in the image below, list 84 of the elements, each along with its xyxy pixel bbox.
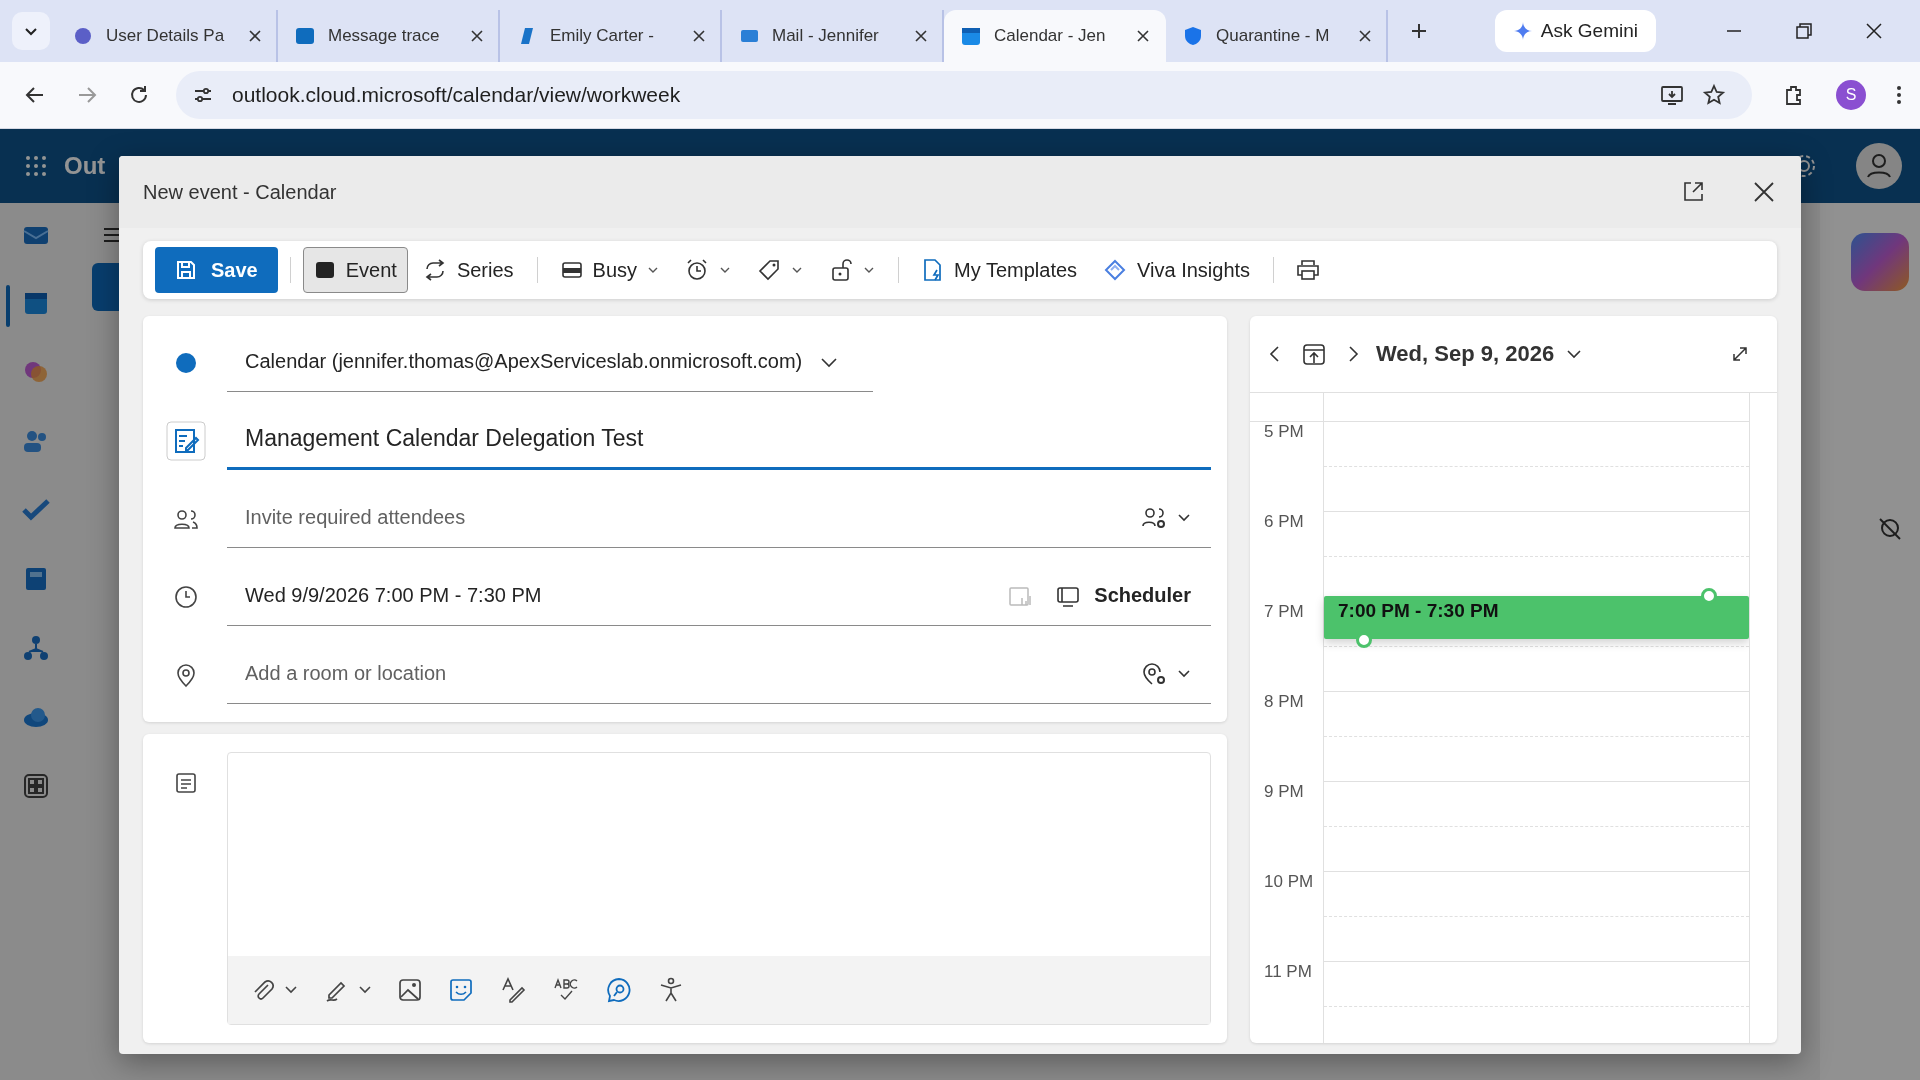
location-options-button[interactable] [1141,660,1191,687]
org-chart-icon[interactable] [21,633,51,663]
chevron-down-icon [1566,348,1583,360]
unlocked-padlock-icon [829,258,854,282]
my-templates-button[interactable]: My Templates [911,247,1089,293]
expand-icon[interactable] [1731,345,1749,363]
site-icon [294,25,316,47]
hour-label: 11 PM [1264,962,1312,982]
date-picker-button[interactable]: Wed, Sep 9, 2026 [1376,341,1583,367]
browser-tab[interactable]: Calendar - Jen [944,10,1166,62]
monitor-icon [1056,584,1081,607]
avatar-icon[interactable] [1856,143,1902,189]
busy-dropdown[interactable]: Busy [549,247,671,293]
chevron-down-icon [1177,667,1191,680]
sticker-icon[interactable] [448,977,474,1003]
app-launcher-icon[interactable] [24,154,48,178]
app-title: Out [64,152,106,180]
event-block[interactable]: 7:00 PM - 7:30 PM [1324,596,1749,639]
event-icon [313,259,336,281]
busy-status-icon [560,260,583,280]
diamond-icon [1103,259,1128,281]
reload-icon[interactable] [128,84,150,106]
apps-icon[interactable] [21,771,51,801]
tab-close-icon[interactable] [914,29,928,43]
attendee-options-button[interactable] [1141,505,1191,530]
tab-close-icon[interactable] [248,29,262,43]
hour-label: 6 PM [1264,512,1304,532]
calendar-dropdown[interactable]: Calendar (jennifer.thomas@ApexServiceslab.onmicrosoft.com) [245,350,839,373]
profile-avatar[interactable]: S [1836,80,1866,110]
hour-label: 5 PM [1264,422,1304,442]
bookmark-star-icon[interactable] [1702,83,1726,107]
previous-day-icon[interactable] [1268,344,1282,364]
tag-icon [757,258,782,282]
new-tab-icon[interactable] [1410,22,1428,40]
tab-close-icon[interactable] [470,29,484,43]
hour-label: 9 PM [1264,782,1304,802]
chat-bubble-icon[interactable] [606,977,632,1003]
chevron-down-icon [820,355,839,368]
location-field[interactable]: Add a room or location [245,657,1117,690]
notes-icon [175,772,197,794]
location-pin-icon [175,662,197,688]
close-icon[interactable] [1865,22,1883,40]
accessibility-icon[interactable] [658,977,684,1003]
dialog-title: New event - Calendar [143,180,337,204]
title-field[interactable]: Management Calendar Delegation Test [245,422,1191,455]
series-button[interactable]: Series [411,247,525,293]
site-icon [1182,25,1204,47]
ask-gemini-button[interactable]: Ask Gemini [1494,10,1656,52]
pop-out-icon[interactable] [1681,180,1705,204]
hidden-location-icon[interactable] [1877,516,1903,542]
tab-close-icon[interactable] [1358,29,1372,43]
date-time-field[interactable]: Wed 9/9/2026 7:00 PM - 7:30 PM [245,584,985,607]
hour-label: 10 PM [1264,872,1314,892]
print-icon[interactable] [1296,259,1321,281]
editor-pen-icon[interactable] [500,977,526,1003]
hour-label: 8 PM [1264,692,1304,712]
more-menu-icon[interactable] [1896,84,1902,106]
people-icon [173,508,199,530]
chevron-down-icon[interactable] [358,984,372,996]
resize-handle[interactable] [1701,588,1717,604]
tab-search-button[interactable] [12,12,50,50]
save-button[interactable]: Save [155,247,278,293]
image-icon[interactable] [398,978,422,1002]
notepad-edit-icon [166,421,206,461]
close-icon[interactable] [1753,181,1775,203]
scheduler-button[interactable]: Scheduler [1056,584,1191,607]
url-field[interactable]: outlook.cloud.microsoft/calendar/view/workweek [232,83,681,107]
attendees-field[interactable]: Invite required attendees [245,501,1117,534]
hour-label: 7 PM [1264,602,1304,622]
tab-close-icon[interactable] [692,29,706,43]
restore-icon[interactable] [1795,22,1813,40]
chevron-down-icon[interactable] [284,984,298,996]
clock-icon [174,585,198,609]
site-icon [960,25,982,47]
save-icon [175,259,197,281]
install-app-icon[interactable] [1660,83,1684,107]
site-icon [72,25,94,47]
copilot-button[interactable] [1851,233,1909,291]
tab-close-icon[interactable] [1136,29,1150,43]
go-to-today-icon[interactable] [1302,342,1326,366]
event-button[interactable]: Event [302,247,408,293]
chevron-down-icon [1177,511,1191,524]
viva-insights-button[interactable]: Viva Insights [1092,247,1262,293]
next-day-icon[interactable] [1346,344,1360,364]
